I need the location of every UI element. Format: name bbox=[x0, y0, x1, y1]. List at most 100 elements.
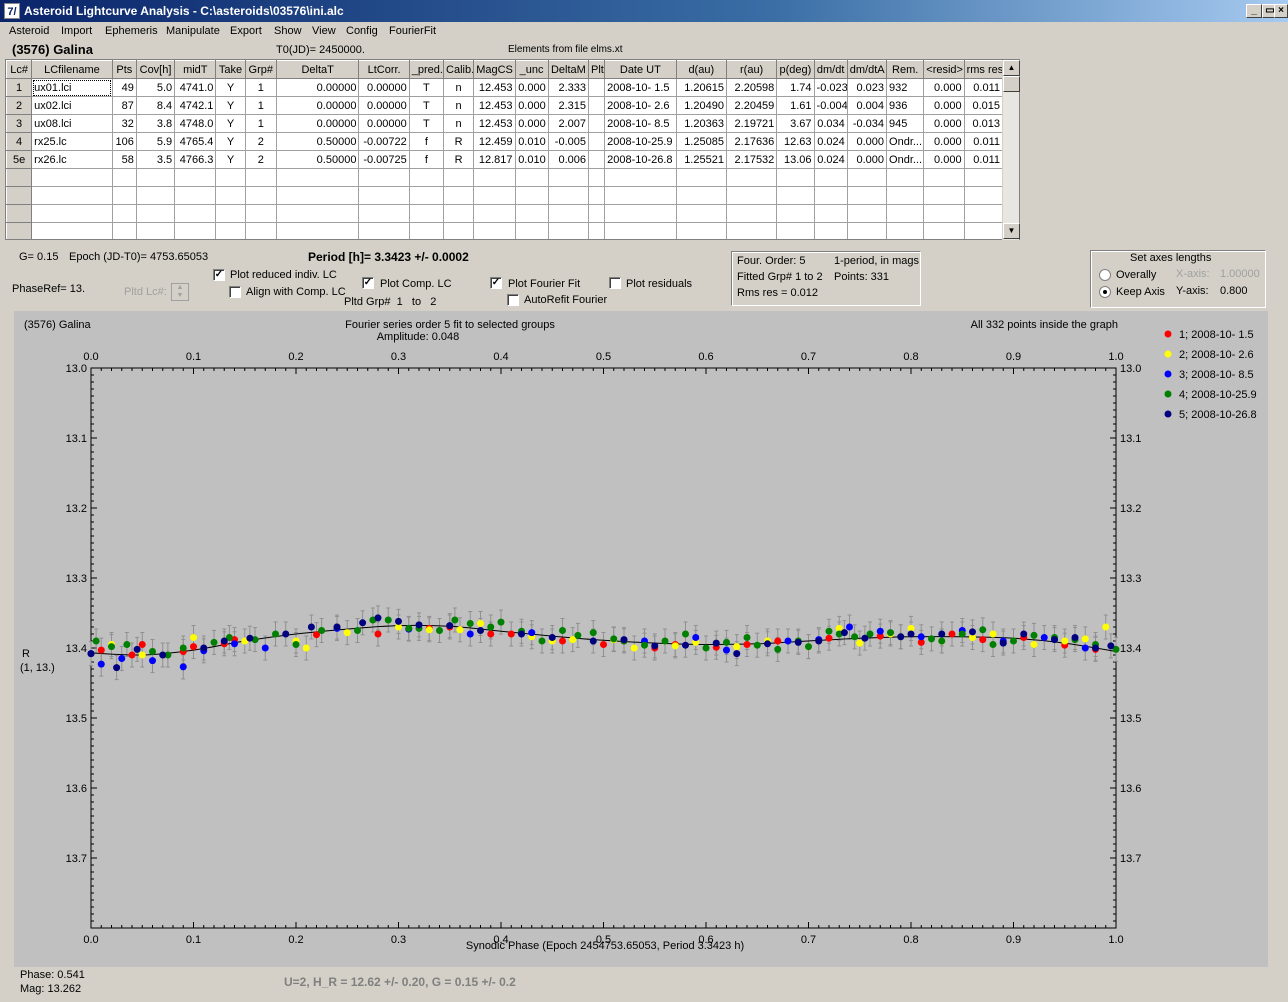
row-header[interactable]: 4 bbox=[6, 132, 33, 151]
table-cell[interactable]: ux08.lci bbox=[31, 114, 113, 133]
table-cell[interactable]: n bbox=[443, 78, 475, 97]
y-axis-value[interactable]: 0.800 bbox=[1220, 285, 1248, 297]
table-cell[interactable] bbox=[963, 204, 1004, 223]
table-cell[interactable]: 0.000 bbox=[923, 78, 965, 97]
table-cell[interactable]: 1.20363 bbox=[675, 114, 727, 133]
table-cell[interactable] bbox=[174, 186, 217, 205]
menu-config[interactable]: Config bbox=[346, 25, 378, 37]
table-cell[interactable]: 3.67 bbox=[776, 114, 815, 133]
table-cell[interactable]: R bbox=[443, 150, 475, 169]
table-cell[interactable]: 2008-10-25.9 bbox=[604, 132, 677, 151]
row-header[interactable] bbox=[6, 168, 33, 187]
table-cell[interactable]: 4748.0 bbox=[174, 114, 217, 133]
table-cell[interactable]: -0.034 bbox=[846, 114, 888, 133]
table-cell[interactable] bbox=[846, 186, 888, 205]
table-cell[interactable] bbox=[886, 222, 925, 239]
table-cell[interactable]: 2.315 bbox=[547, 96, 590, 115]
table-cell[interactable] bbox=[408, 222, 445, 239]
table-cell[interactable]: 3.8 bbox=[135, 114, 176, 133]
table-cell[interactable] bbox=[846, 204, 888, 223]
table-cell[interactable] bbox=[547, 222, 590, 239]
table-row[interactable] bbox=[6, 222, 1004, 239]
column-header[interactable]: MagCS bbox=[473, 60, 516, 79]
table-cell[interactable] bbox=[275, 186, 360, 205]
table-cell[interactable]: rx25.lc bbox=[31, 132, 113, 151]
table-cell[interactable] bbox=[813, 222, 848, 239]
table-cell[interactable] bbox=[675, 186, 727, 205]
table-cell[interactable] bbox=[174, 168, 217, 187]
table-cell[interactable]: 2 bbox=[244, 132, 277, 151]
table-cell[interactable] bbox=[776, 222, 815, 239]
table-cell[interactable]: 4765.4 bbox=[174, 132, 217, 151]
table-cell[interactable] bbox=[244, 222, 277, 239]
table-row[interactable]: 3 ux08.lci 32 3.8 4748.0 Y 1 0.00000 0.00000 Tn 12… bbox=[6, 114, 1004, 133]
table-cell[interactable]: 1.25085 bbox=[675, 132, 727, 151]
table-cell[interactable] bbox=[675, 222, 727, 239]
table-cell[interactable]: 3.5 bbox=[135, 150, 176, 169]
table-cell[interactable]: Ondr... bbox=[886, 150, 925, 169]
table-cell[interactable]: 0.000 bbox=[846, 150, 888, 169]
table-cell[interactable] bbox=[604, 204, 677, 223]
table-cell[interactable]: -0.00722 bbox=[358, 132, 410, 151]
table-cell[interactable]: 0.000 bbox=[923, 114, 965, 133]
table-cell[interactable] bbox=[473, 204, 516, 223]
table-cell[interactable]: 2008-10- 8.5 bbox=[604, 114, 677, 133]
table-cell[interactable]: -0.005 bbox=[547, 132, 590, 151]
menu-fourierfit[interactable]: FourierFit bbox=[389, 25, 436, 37]
table-cell[interactable] bbox=[275, 222, 360, 239]
table-cell[interactable]: 4742.1 bbox=[174, 96, 217, 115]
keep-axis-radio[interactable] bbox=[1099, 286, 1111, 298]
table-cell[interactable] bbox=[215, 222, 246, 239]
row-header[interactable]: 2 bbox=[6, 96, 33, 115]
table-cell[interactable]: Y bbox=[215, 78, 246, 97]
menu-ephemeris[interactable]: Ephemeris bbox=[105, 25, 158, 37]
table-cell[interactable] bbox=[473, 222, 516, 239]
table-cell[interactable] bbox=[443, 222, 475, 239]
table-cell[interactable]: 0.000 bbox=[923, 132, 965, 151]
plot-comp-checkbox[interactable]: ✓ bbox=[362, 277, 374, 289]
table-cell[interactable]: 936 bbox=[886, 96, 925, 115]
table-cell[interactable]: 1 bbox=[244, 114, 277, 133]
table-scrollbar[interactable]: ▲ ▼ bbox=[1002, 60, 1020, 240]
table-cell[interactable] bbox=[547, 168, 590, 187]
table-cell[interactable]: 0.010 bbox=[514, 132, 549, 151]
table-cell[interactable] bbox=[776, 204, 815, 223]
table-cell[interactable] bbox=[111, 222, 137, 239]
column-header[interactable]: Take bbox=[215, 60, 246, 79]
column-header[interactable]: Grp# bbox=[244, 60, 277, 79]
table-cell[interactable]: n bbox=[443, 96, 475, 115]
table-cell[interactable]: 0.000 bbox=[923, 96, 965, 115]
table-cell[interactable] bbox=[963, 222, 1004, 239]
menu-import[interactable]: Import bbox=[61, 25, 92, 37]
column-header[interactable]: Calib. bbox=[443, 60, 475, 79]
table-cell[interactable] bbox=[31, 186, 113, 205]
table-cell[interactable] bbox=[886, 204, 925, 223]
table-cell[interactable] bbox=[514, 168, 549, 187]
table-cell[interactable] bbox=[473, 168, 516, 187]
pltd-grp-from[interactable]: 1 bbox=[397, 296, 403, 308]
table-cell[interactable]: 12.453 bbox=[473, 114, 516, 133]
table-cell[interactable] bbox=[31, 168, 113, 187]
table-cell[interactable]: 0.50000 bbox=[275, 132, 360, 151]
column-header[interactable]: Pts bbox=[111, 60, 137, 79]
table-cell[interactable]: 1.20615 bbox=[675, 78, 727, 97]
menu-manipulate[interactable]: Manipulate bbox=[166, 25, 220, 37]
table-cell[interactable] bbox=[408, 186, 445, 205]
table-cell[interactable] bbox=[587, 150, 606, 169]
row-header[interactable] bbox=[6, 222, 33, 239]
column-header[interactable]: dm/dt bbox=[813, 60, 848, 79]
table-cell[interactable]: 5.9 bbox=[135, 132, 176, 151]
table-cell[interactable]: f bbox=[408, 150, 445, 169]
table-cell[interactable] bbox=[135, 168, 176, 187]
table-cell[interactable] bbox=[587, 186, 606, 205]
table-cell[interactable]: 1.20490 bbox=[675, 96, 727, 115]
table-cell[interactable]: 2.007 bbox=[547, 114, 590, 133]
table-cell[interactable] bbox=[244, 186, 277, 205]
table-cell[interactable] bbox=[923, 204, 965, 223]
table-row[interactable] bbox=[6, 168, 1004, 187]
table-cell[interactable]: 12.63 bbox=[776, 132, 815, 151]
scroll-down-button[interactable]: ▼ bbox=[1003, 223, 1020, 239]
table-cell[interactable]: T bbox=[408, 96, 445, 115]
table-cell[interactable]: 0.00000 bbox=[358, 96, 410, 115]
scroll-thumb[interactable] bbox=[1003, 76, 1020, 92]
